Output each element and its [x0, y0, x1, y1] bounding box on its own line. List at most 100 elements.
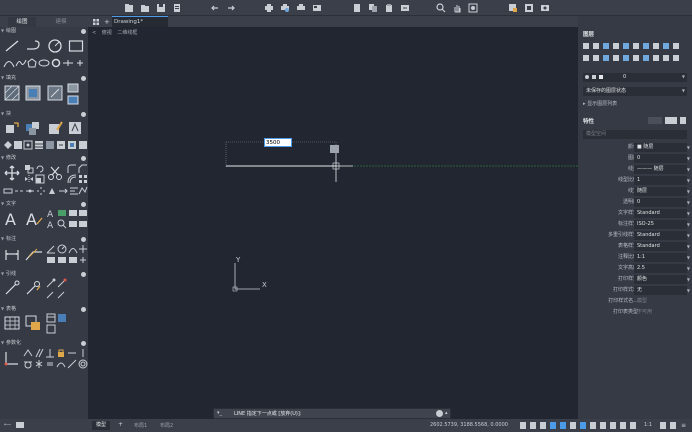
symmetric-constraint-icon[interactable] — [34, 359, 44, 369]
zoom-search-icon[interactable] — [436, 3, 446, 13]
remove-leader-icon[interactable] — [57, 278, 67, 288]
section-header-dimension[interactable]: ▼ 标注 — [0, 235, 88, 243]
write-block-icon[interactable] — [13, 140, 23, 150]
text-style-icon[interactable]: A — [46, 208, 56, 218]
property-value[interactable]: 随层 — [634, 187, 687, 196]
command-history-icon[interactable]: ▾_ — [217, 410, 222, 416]
status-menu-icon[interactable]: ≡ — [681, 422, 686, 429]
collect-leader-icon[interactable] — [57, 289, 67, 299]
section-options-icon[interactable] — [81, 272, 86, 277]
wipeout-tool-icon[interactable] — [67, 95, 79, 105]
property-value[interactable]: 无 — [634, 286, 687, 295]
property-row[interactable]: 图层 0 ▼ — [578, 154, 692, 163]
continue-dimension-icon[interactable] — [57, 255, 67, 265]
block-palette-icon[interactable] — [45, 140, 55, 150]
add-leader-icon[interactable] — [46, 278, 56, 288]
collinear-constraint-icon[interactable] — [67, 359, 77, 369]
circle-tool-icon[interactable] — [47, 38, 63, 54]
quick-select-button[interactable] — [665, 117, 677, 124]
section-header-draw[interactable]: ▼ 绘图 — [0, 27, 88, 35]
concentric-constraint-icon[interactable] — [78, 359, 88, 369]
edit-polyline-icon[interactable] — [78, 186, 88, 196]
section-options-icon[interactable] — [81, 307, 86, 312]
property-value[interactable]: 0 — [634, 198, 687, 207]
aligned-dimension-icon[interactable] — [25, 246, 43, 262]
property-row[interactable]: 文字高度 2.5 ▼ — [578, 264, 692, 273]
break-tool-icon[interactable] — [14, 186, 24, 196]
document-tab-drawing1[interactable]: Drawing1* — [112, 16, 168, 27]
table-data-link-icon[interactable] — [25, 315, 41, 331]
property-value[interactable]: Standard — [634, 209, 687, 218]
section-options-icon[interactable] — [81, 237, 86, 242]
attribute-define-icon[interactable] — [3, 140, 13, 150]
text-align-icon[interactable] — [78, 208, 88, 218]
coincident-constraint-icon[interactable] — [23, 348, 33, 358]
property-row[interactable]: 透明度 0 ▼ — [578, 198, 692, 207]
toggle-pickadd-button[interactable] — [680, 117, 686, 124]
property-value[interactable]: Standard — [634, 242, 687, 251]
add-layout-button[interactable]: + — [118, 421, 123, 428]
new-file-icon[interactable] — [124, 3, 134, 13]
section-header-modify[interactable]: ▼ 修改 — [0, 154, 88, 162]
match-properties-icon[interactable] — [400, 3, 410, 13]
dynamic-input-icon[interactable] — [580, 422, 586, 429]
property-row[interactable]: 标注样式 ISO-25 ▼ — [578, 220, 692, 229]
perpendicular-constraint-icon[interactable] — [45, 348, 55, 358]
snap-mode-icon[interactable] — [520, 422, 526, 429]
xref-manager-icon[interactable] — [67, 140, 77, 150]
block-attribute-icon[interactable] — [67, 120, 83, 136]
layer-properties-icon[interactable] — [508, 3, 518, 13]
layer-state-dropdown[interactable]: 未保存的图层状态 ▼ — [583, 87, 687, 96]
ray-tool-icon[interactable] — [62, 58, 74, 68]
insert-table-icon[interactable] — [4, 316, 20, 330]
publish-icon[interactable] — [296, 3, 306, 13]
scale-tool-icon[interactable] — [35, 174, 45, 184]
property-row[interactable]: 线型 ——— 随层 ▼ — [578, 165, 692, 174]
document-grid-icon[interactable] — [90, 17, 100, 27]
hatch-tool-icon[interactable] — [4, 85, 20, 101]
tab-modeling-palette[interactable]: 建模 — [48, 17, 74, 27]
copy-icon[interactable] — [368, 3, 378, 13]
offset-tool-icon[interactable] — [67, 174, 77, 184]
join-tool-icon[interactable] — [25, 186, 35, 196]
block-editor-icon[interactable] — [524, 3, 534, 13]
show-layer-list-toggle[interactable]: ▸ 显示图层列表 — [583, 100, 617, 107]
table-style-icon[interactable] — [57, 313, 67, 323]
property-value[interactable]: Standard — [634, 231, 687, 240]
property-row[interactable]: 打印样式名... 模型 — [578, 297, 692, 306]
property-row[interactable]: 文字样式 Standard ▼ — [578, 209, 692, 218]
table-export-icon[interactable] — [46, 324, 56, 334]
section-options-icon[interactable] — [81, 202, 86, 207]
selection-filter-dropdown[interactable]: 模型空间 — [583, 130, 687, 139]
property-row[interactable]: 线宽 随层 ▼ — [578, 187, 692, 196]
property-value[interactable]: 1 — [634, 176, 687, 185]
section-options-icon[interactable] — [81, 341, 86, 346]
arc-tool-icon[interactable] — [3, 58, 15, 68]
create-block-icon[interactable] — [25, 120, 41, 136]
cut-icon[interactable] — [352, 3, 362, 13]
arc-length-dimension-icon[interactable] — [68, 244, 78, 254]
section-header-table[interactable]: ▼ 表格 — [0, 305, 88, 313]
paste-icon[interactable] — [384, 3, 394, 13]
section-header-hatch[interactable]: ▼ 填充 — [0, 74, 88, 82]
object-snap-tracking-icon[interactable] — [570, 422, 576, 429]
horizontal-constraint-icon[interactable] — [67, 348, 77, 358]
lineweight-icon[interactable] — [590, 422, 596, 429]
tab-draw-palette[interactable]: 绘图 — [8, 17, 36, 27]
polar-tracking-icon[interactable] — [550, 422, 556, 429]
rotate-tool-icon[interactable] — [35, 164, 45, 174]
zoom-text-icon[interactable] — [57, 219, 67, 229]
equal-constraint-icon[interactable] — [45, 359, 55, 369]
edit-block-icon[interactable] — [47, 120, 63, 136]
smooth-constraint-icon[interactable] — [56, 359, 66, 369]
section-options-icon[interactable] — [81, 112, 86, 117]
data-extraction-icon[interactable] — [46, 313, 56, 323]
point-tool-icon[interactable] — [75, 58, 85, 68]
drawing-canvas[interactable]: < 俯视 二维线框 3500 Y X — [88, 27, 578, 419]
property-value[interactable]: 2.5 — [634, 264, 687, 273]
undo-icon[interactable] — [210, 3, 220, 13]
spline-tool-icon[interactable] — [15, 58, 27, 68]
multiline-text-icon[interactable]: A — [4, 210, 20, 228]
geometric-constraint-icon[interactable] — [4, 350, 20, 366]
spell-check-icon[interactable] — [68, 208, 78, 218]
